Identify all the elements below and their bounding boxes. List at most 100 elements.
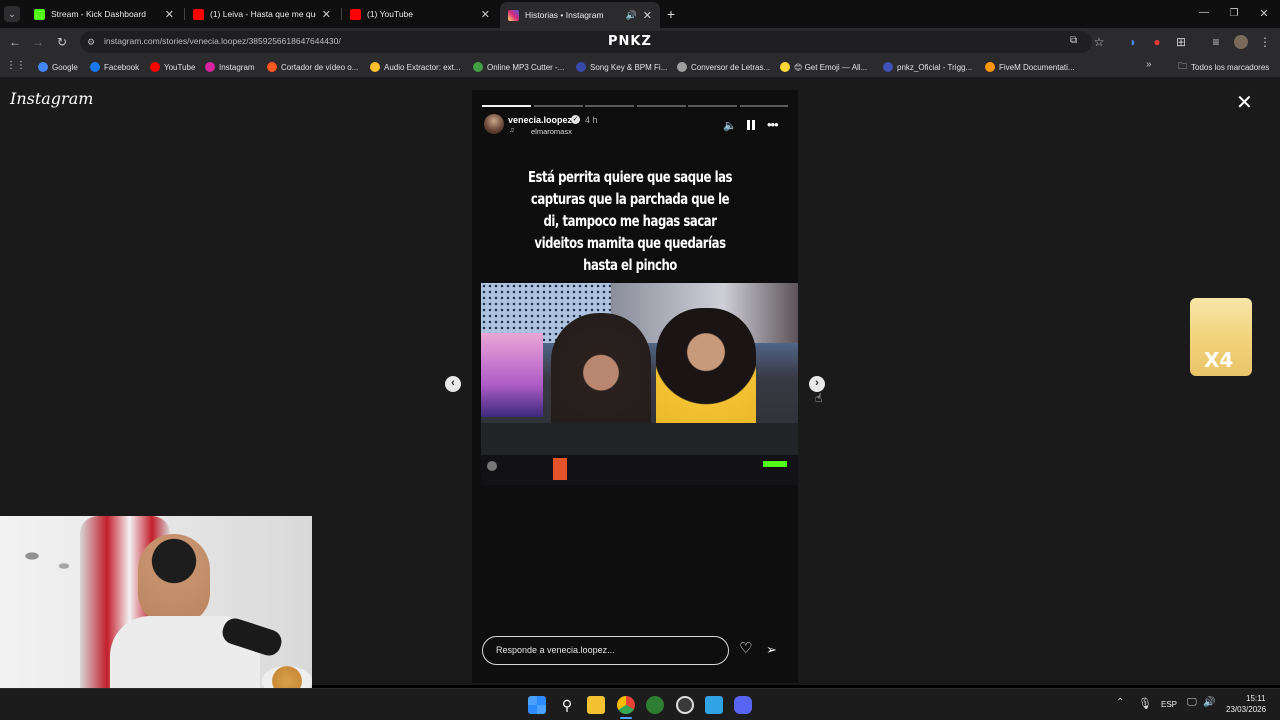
microphone-icon[interactable]: 🎙 <box>1138 697 1152 710</box>
instagram-icon <box>508 9 519 21</box>
tab-search-button[interactable]: ⌄ <box>4 6 20 22</box>
address-bar[interactable]: ⚙ instagram.com/stories/venecia.loopez/3… <box>80 31 1092 53</box>
avatar[interactable] <box>1234 35 1248 49</box>
mp3-icon <box>473 62 483 72</box>
obs-icon[interactable] <box>676 696 694 714</box>
story-time: 4 h <box>585 115 598 125</box>
bookmark-mp3-cutter[interactable]: Online MP3 Cutter -... <box>473 60 564 74</box>
volume-icon[interactable]: 🔊 <box>1203 697 1215 708</box>
pause-icon[interactable] <box>746 119 756 131</box>
clock-date[interactable]: 23/03/2026 <box>1226 705 1266 714</box>
wall-decal <box>8 536 88 586</box>
next-story-button[interactable]: › <box>809 376 825 392</box>
tray-chevron-icon[interactable]: ⌃ <box>1116 697 1124 708</box>
bookmark-facebook[interactable]: Facebook <box>90 60 139 74</box>
verified-icon: ✓ <box>571 115 580 124</box>
close-tab-icon[interactable]: ✕ <box>643 9 652 22</box>
bookmarks-bar: ⋮⋮ Google Facebook YouTube Instagram Cor… <box>0 56 1280 77</box>
story-embedded-image <box>481 283 798 455</box>
discord-icon[interactable] <box>734 696 752 714</box>
kick-icon <box>34 8 45 20</box>
chat-avatar <box>487 461 497 471</box>
bookmark-fivem[interactable]: FiveM Documentati... <box>985 60 1075 74</box>
tab-youtube[interactable]: (1) YouTube ✕ <box>342 3 498 25</box>
chat-sticker <box>553 458 567 480</box>
search-icon[interactable]: ⚲ <box>558 696 576 714</box>
bookmark-pnkz-trigger[interactable]: pnkz_Oficial - Trigg... <box>883 60 972 74</box>
story-progress-segment <box>740 105 788 107</box>
extension-icon[interactable]: ◗ <box>1124 33 1142 51</box>
story-audio-label[interactable]: elmaromasx <box>531 127 572 136</box>
media-control-icon[interactable]: ≡ <box>1207 33 1225 51</box>
notepad-icon[interactable] <box>705 696 723 714</box>
youtube-icon <box>350 8 361 20</box>
emoji-icon <box>780 62 790 72</box>
windows-taskbar: ⚲ ⌃ 🎙 ESP 🖵 🔊 15:11 23/03/2026 <box>0 688 1280 720</box>
tab-title: (1) YouTube <box>367 9 413 19</box>
tab-youtube-leiva[interactable]: (1) Leiva - Hasta que me quede ✕ <box>185 3 339 25</box>
file-explorer-icon[interactable] <box>587 696 605 714</box>
extension-red-icon[interactable]: ● <box>1148 33 1166 51</box>
tab-instagram-stories[interactable]: Historias • Instagram 🔊 ✕ <box>500 2 660 28</box>
follow-button <box>763 461 787 467</box>
minimize-button[interactable]: — <box>1196 6 1212 22</box>
more-bookmarks-icon[interactable]: » <box>1146 59 1152 70</box>
anime-sticker-overlay: X4 <box>1190 298 1252 376</box>
install-icon[interactable]: ⧉ <box>1070 35 1077 46</box>
story-progress-segment <box>482 105 531 107</box>
site-info-icon[interactable]: ⚙ <box>87 36 99 48</box>
story-progress-segment <box>585 105 634 107</box>
reload-icon[interactable]: ↻ <box>53 33 71 51</box>
close-tab-icon[interactable]: ✕ <box>165 8 174 21</box>
tab-title: Historias • Instagram <box>525 10 604 20</box>
close-tab-icon[interactable]: ✕ <box>322 8 331 21</box>
bookmark-star-icon[interactable]: ☆ <box>1090 33 1108 51</box>
instagram-logo[interactable]: Instagram <box>10 89 93 108</box>
back-icon[interactable]: ← <box>6 33 24 51</box>
speaker-icon[interactable]: 🔊 <box>626 10 637 21</box>
previous-story-button[interactable]: ‹ <box>445 376 461 392</box>
new-tab-button[interactable]: + <box>664 6 678 22</box>
tab-kick-dashboard[interactable]: Stream - Kick Dashboard ✕ <box>26 3 182 25</box>
extensions-icon[interactable]: ⊞ <box>1172 33 1190 51</box>
close-window-button[interactable]: ✕ <box>1256 6 1272 22</box>
story-reply-input[interactable]: Responde a venecia.loopez... <box>482 636 729 665</box>
like-heart-icon[interactable]: ♡ <box>739 641 752 657</box>
more-options-icon[interactable]: ••• <box>767 117 779 132</box>
network-icon[interactable]: 🖵 <box>1187 697 1197 708</box>
all-bookmarks-folder[interactable]: 🗀 Todos los marcadores <box>1178 60 1269 74</box>
restore-button[interactable]: ❐ <box>1226 6 1242 22</box>
sticker-text: X4 <box>1204 348 1234 372</box>
windows-start-icon[interactable] <box>528 696 546 714</box>
close-tab-icon[interactable]: ✕ <box>481 8 490 21</box>
bookmark-conversor[interactable]: Conversor de Letras... <box>677 60 770 74</box>
music-icon <box>576 62 586 72</box>
instagram-icon <box>205 62 215 72</box>
close-stories-icon[interactable]: ✕ <box>1236 93 1253 113</box>
menu-icon[interactable]: ⋮ <box>1256 33 1274 51</box>
bookmark-youtube[interactable]: YouTube <box>150 60 195 74</box>
bookmark-instagram[interactable]: Instagram <box>205 60 255 74</box>
bookmark-google[interactable]: Google <box>38 60 78 74</box>
streamer-head <box>138 534 210 624</box>
clock-time[interactable]: 15:11 <box>1246 694 1265 703</box>
scissors-icon <box>267 62 277 72</box>
bookmark-get-emoji[interactable]: 😊 Get Emoji — All... <box>780 60 867 74</box>
story-username[interactable]: venecia.loopez <box>508 115 572 125</box>
bookmark-video-cutter[interactable]: Cortador de vídeo o... <box>267 60 358 74</box>
forward-icon[interactable]: → <box>29 33 47 51</box>
apps-icon[interactable]: ⋮⋮ <box>6 60 26 72</box>
mouse-cursor-icon: ☝ <box>815 391 823 405</box>
mute-icon[interactable]: 🔈 <box>723 119 737 132</box>
language-indicator[interactable]: ESP <box>1161 700 1177 709</box>
story-avatar[interactable] <box>484 114 504 134</box>
xbox-icon[interactable] <box>646 696 664 714</box>
share-send-icon[interactable]: ➢ <box>766 642 777 658</box>
chrome-icon[interactable] <box>617 696 635 714</box>
tab-title: Stream - Kick Dashboard <box>51 9 146 19</box>
audio-icon <box>370 62 380 72</box>
bookmark-song-key[interactable]: Song Key & BPM Fi... <box>576 60 667 74</box>
url-text: instagram.com/stories/venecia.loopez/385… <box>104 36 341 46</box>
bookmark-audio-extractor[interactable]: Audio Extractor: ext... <box>370 60 460 74</box>
tab-title: (1) Leiva - Hasta que me quede <box>210 9 316 19</box>
